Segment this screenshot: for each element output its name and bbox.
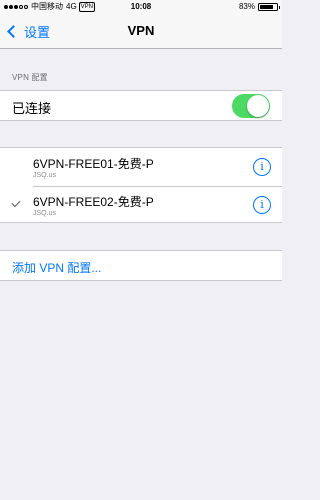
vpn-list-item[interactable]: 6VPN-FREE02-免费-P JSQ.us i	[0, 186, 282, 224]
screen: 中国移动 4G VPN 10:08 83% 设置 VPN VPN 配置 已连接 …	[0, 0, 282, 500]
connection-status-label: 已连接	[12, 101, 52, 116]
vpn-list-item[interactable]: 6VPN-FREE01-免费-P JSQ.us i	[0, 148, 282, 186]
info-icon[interactable]: i	[253, 158, 271, 176]
vpn-server: JSQ.us	[33, 172, 56, 179]
vpn-server: JSQ.us	[33, 210, 56, 217]
vpn-name: 6VPN-FREE02-免费-P	[33, 195, 154, 209]
info-icon[interactable]: i	[253, 196, 271, 214]
vpn-toggle-switch[interactable]	[232, 94, 270, 118]
vpn-list: 6VPN-FREE01-免费-P JSQ.us i 6VPN-FREE02-免费…	[0, 147, 282, 223]
page-title: VPN	[127, 23, 155, 38]
status-bar: 中国移动 4G VPN 10:08 83%	[0, 0, 282, 14]
vpn-name: 6VPN-FREE01-免费-P	[33, 157, 154, 171]
navigation-bar: 设置 VPN	[0, 14, 282, 49]
add-vpn-config-cell[interactable]: 添加 VPN 配置...	[0, 250, 282, 281]
battery-icon	[258, 3, 280, 11]
vpn-config-section-header: VPN 配置	[12, 73, 48, 82]
battery-level-fill	[260, 5, 274, 9]
connection-status-cell: 已连接	[0, 90, 282, 121]
checkmark-icon	[11, 197, 21, 208]
status-right: 83%	[238, 0, 280, 14]
add-vpn-config-button[interactable]: 添加 VPN 配置...	[12, 259, 101, 276]
battery-percent-label: 83%	[238, 2, 255, 11]
toggle-knob	[247, 95, 269, 117]
